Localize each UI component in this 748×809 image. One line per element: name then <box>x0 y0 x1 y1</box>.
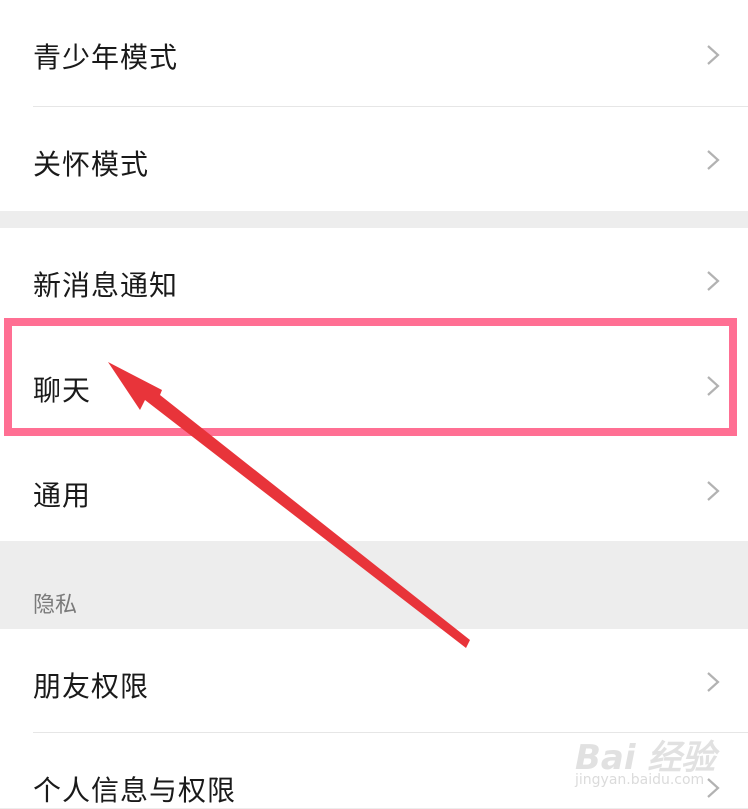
setting-label-personal-info-permissions: 个人信息与权限 <box>33 774 237 807</box>
chevron-right-icon <box>707 376 720 396</box>
privacy-section-header: 隐私 <box>0 541 748 629</box>
setting-label-new-message-notification: 新消息通知 <box>33 269 179 302</box>
section-gap <box>0 211 748 228</box>
setting-label-care-mode: 关怀模式 <box>33 148 150 181</box>
setting-row-general[interactable]: 通用 <box>0 436 748 541</box>
setting-label-chat: 聊天 <box>33 374 92 407</box>
setting-row-chat[interactable]: 聊天 <box>0 332 748 436</box>
chevron-right-icon <box>707 45 720 65</box>
setting-row-new-message-notification[interactable]: 新消息通知 <box>0 228 748 332</box>
chevron-right-icon <box>707 778 720 798</box>
setting-row-personal-info-permissions[interactable]: 个人信息与权限 <box>0 733 748 808</box>
setting-label-general: 通用 <box>33 479 92 512</box>
setting-row-teen-mode[interactable]: 青少年模式 <box>0 0 748 107</box>
privacy-section-title: 隐私 <box>33 593 78 618</box>
chevron-right-icon <box>707 271 720 291</box>
chevron-right-icon <box>707 672 720 692</box>
setting-row-friend-permissions[interactable]: 朋友权限 <box>0 629 748 733</box>
setting-label-friend-permissions: 朋友权限 <box>33 670 150 703</box>
setting-row-care-mode[interactable]: 关怀模式 <box>0 107 748 211</box>
chevron-right-icon <box>707 481 720 501</box>
setting-label-teen-mode: 青少年模式 <box>33 41 179 74</box>
chevron-right-icon <box>707 150 720 170</box>
